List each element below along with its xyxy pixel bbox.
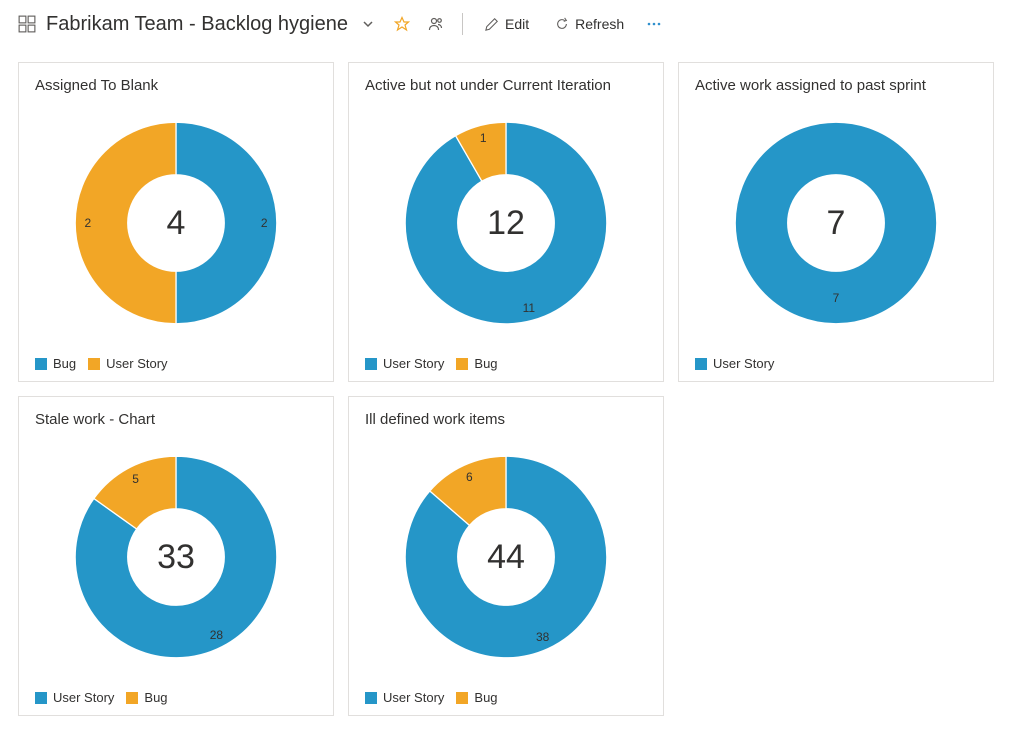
legend-item[interactable]: Bug (456, 690, 497, 705)
legend-item[interactable]: Bug (35, 356, 76, 371)
donut-chart: 11112 (401, 118, 611, 328)
legend: User Story Bug (365, 684, 647, 705)
refresh-icon (555, 17, 569, 31)
chart-card[interactable]: Ill defined work items 38644 User Story Bug (348, 396, 664, 716)
donut-chart: 38644 (401, 452, 611, 662)
legend-item[interactable]: Bug (456, 356, 497, 371)
legend: User Story Bug (365, 350, 647, 371)
card-title: Active work assigned to past sprint (695, 77, 977, 94)
donut-total: 44 (401, 452, 611, 662)
chart-area: 224 (35, 96, 317, 350)
legend-item[interactable]: User Story (35, 690, 114, 705)
card-title: Assigned To Blank (35, 77, 317, 94)
donut-chart: 77 (731, 118, 941, 328)
favorite-star-icon[interactable] (388, 10, 416, 38)
legend-swatch (695, 358, 707, 370)
more-actions-button[interactable] (640, 10, 668, 38)
page-title: Fabrikam Team - Backlog hygiene (46, 13, 348, 36)
legend-swatch (365, 358, 377, 370)
legend-item[interactable]: Bug (126, 690, 167, 705)
card-title: Ill defined work items (365, 411, 647, 428)
donut-total: 12 (401, 118, 611, 328)
donut-chart: 28533 (71, 452, 281, 662)
legend: User Story (695, 350, 977, 371)
chart-card[interactable]: Active but not under Current Iteration 11… (348, 62, 664, 382)
chart-area: 38644 (365, 430, 647, 684)
divider (462, 13, 463, 35)
chart-card[interactable]: Stale work - Chart 28533 User Story Bug (18, 396, 334, 716)
chart-card[interactable]: Assigned To Blank 224 Bug User Story (18, 62, 334, 382)
legend-label: Bug (53, 356, 76, 371)
dashboard-grid-icon (18, 15, 36, 33)
edit-label: Edit (505, 16, 529, 32)
legend-item[interactable]: User Story (88, 356, 167, 371)
legend-label: Bug (474, 356, 497, 371)
chart-area: 11112 (365, 96, 647, 350)
legend-swatch (456, 358, 468, 370)
legend-label: Bug (144, 690, 167, 705)
pencil-icon (485, 17, 499, 31)
donut-total: 7 (731, 118, 941, 328)
legend-label: User Story (713, 356, 774, 371)
legend-swatch (365, 692, 377, 704)
legend: User Story Bug (35, 684, 317, 705)
edit-button[interactable]: Edit (475, 12, 539, 36)
card-title: Active but not under Current Iteration (365, 77, 647, 94)
legend-swatch (35, 358, 47, 370)
donut-chart: 224 (71, 118, 281, 328)
page-header: Fabrikam Team - Backlog hygiene Edit Ref… (0, 0, 1026, 48)
donut-total: 33 (71, 452, 281, 662)
legend-swatch (456, 692, 468, 704)
donut-total: 4 (71, 118, 281, 328)
legend-label: User Story (53, 690, 114, 705)
legend-label: User Story (383, 356, 444, 371)
legend-item[interactable]: User Story (365, 690, 444, 705)
legend-item[interactable]: User Story (695, 356, 774, 371)
legend-swatch (35, 692, 47, 704)
card-title: Stale work - Chart (35, 411, 317, 428)
chart-area: 28533 (35, 430, 317, 684)
chart-card[interactable]: Active work assigned to past sprint 77 Use… (678, 62, 994, 382)
legend-label: User Story (106, 356, 167, 371)
refresh-label: Refresh (575, 16, 624, 32)
refresh-button[interactable]: Refresh (545, 12, 634, 36)
dashboard-grid: Assigned To Blank224BugUser StoryActive … (0, 48, 1026, 730)
legend-swatch (126, 692, 138, 704)
dashboard-picker-chevron[interactable] (354, 10, 382, 38)
legend-label: Bug (474, 690, 497, 705)
legend: Bug User Story (35, 350, 317, 371)
legend-swatch (88, 358, 100, 370)
legend-label: User Story (383, 690, 444, 705)
team-members-icon[interactable] (422, 10, 450, 38)
chart-area: 77 (695, 96, 977, 350)
legend-item[interactable]: User Story (365, 356, 444, 371)
